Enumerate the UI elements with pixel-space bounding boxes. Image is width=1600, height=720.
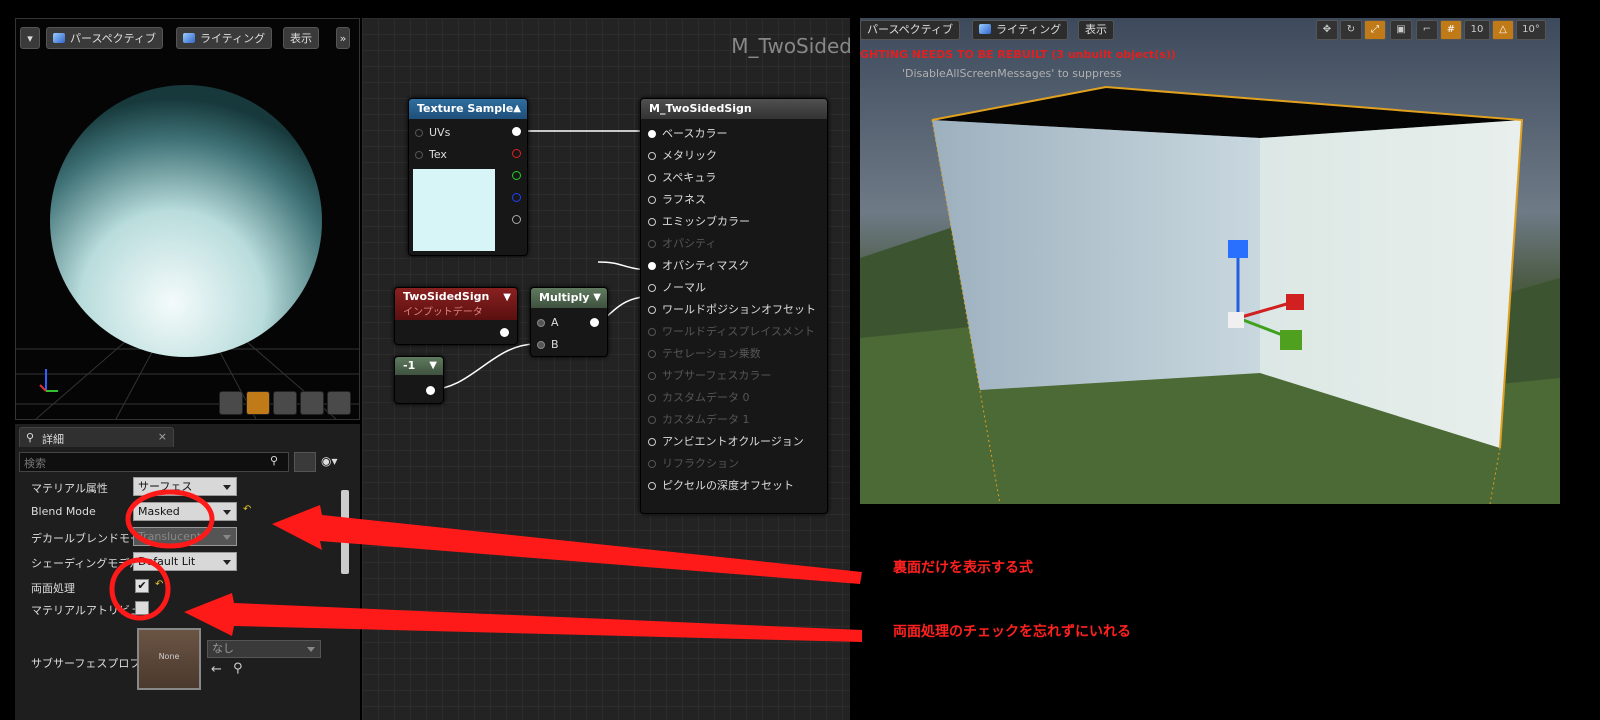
blend-mode-highlight-circle <box>125 489 215 549</box>
annotation-backface-expression: 裏面だけを表示する式 <box>893 560 1033 576</box>
annotation-overlay <box>109 489 862 642</box>
arrow-to-blend-mode <box>272 505 862 584</box>
two-sided-highlight-circle <box>109 557 171 621</box>
arrow-to-two-sided <box>184 593 862 642</box>
annotation-two-sided-check: 両面処理のチェックを忘れずにいれる <box>893 624 1131 640</box>
